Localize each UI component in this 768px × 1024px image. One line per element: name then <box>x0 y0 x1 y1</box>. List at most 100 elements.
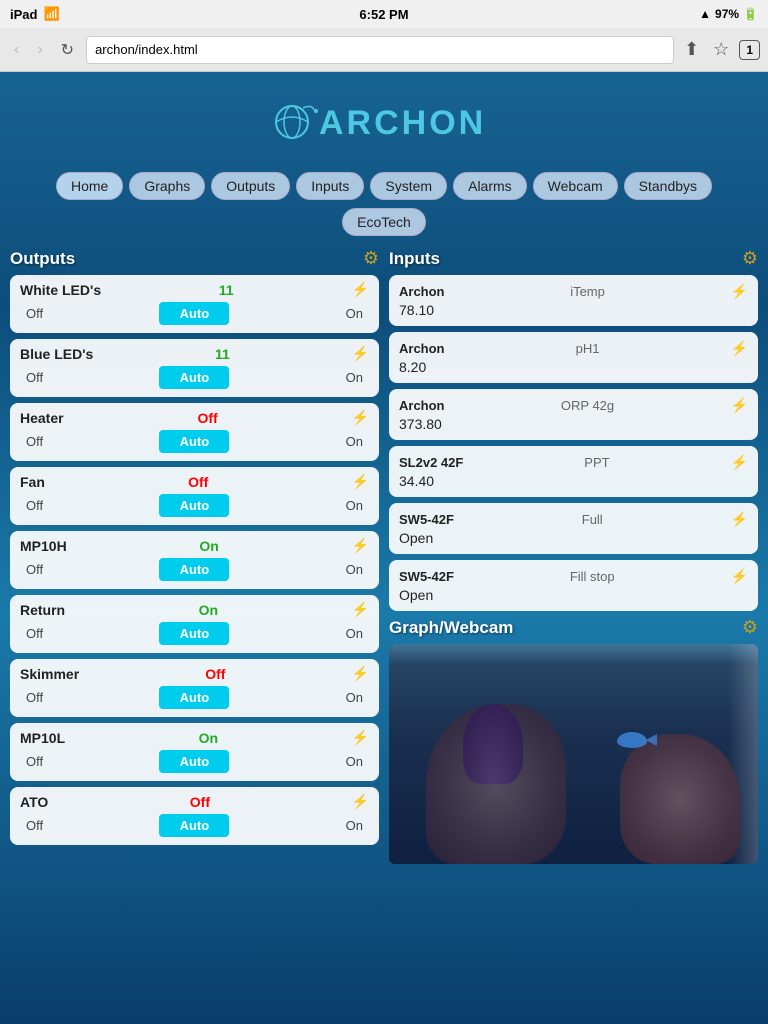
nav-inputs[interactable]: Inputs <box>296 172 364 200</box>
input-value-full: Open <box>399 530 748 546</box>
on-btn-heater[interactable]: On <box>340 431 369 452</box>
input-type-ph1: pH1 <box>576 341 600 356</box>
off-btn-blue-leds[interactable]: Off <box>20 367 49 388</box>
output-card-mp10h: MP10H On ⚡ Off Auto On <box>10 531 379 589</box>
tune-icon-ppt[interactable]: ⚡ <box>731 454 748 471</box>
graph-gear-icon[interactable]: ⚙ <box>742 617 758 638</box>
graph-header: Graph/Webcam ⚙ <box>389 617 758 638</box>
output-status-white-leds: 11 <box>219 282 234 298</box>
tune-icon-mp10h[interactable]: ⚡ <box>352 537 369 554</box>
input-type-fillstop: Fill stop <box>570 569 615 584</box>
webcam-scene <box>389 644 758 864</box>
tab-count[interactable]: 1 <box>739 40 760 60</box>
off-btn-ato[interactable]: Off <box>20 815 49 836</box>
tune-icon-orp[interactable]: ⚡ <box>731 397 748 414</box>
input-card-ppt: SL2v2 42F PPT ⚡ 34.40 <box>389 446 758 497</box>
on-btn-white-leds[interactable]: On <box>340 303 369 324</box>
auto-btn-fan[interactable]: Auto <box>159 494 229 517</box>
off-btn-return[interactable]: Off <box>20 623 49 644</box>
outputs-gear-icon[interactable]: ⚙ <box>363 248 379 269</box>
output-name-fan: Fan <box>20 474 45 490</box>
bookmark-button[interactable]: ☆ <box>709 35 733 64</box>
auto-btn-mp10l[interactable]: Auto <box>159 750 229 773</box>
nav-alarms[interactable]: Alarms <box>453 172 527 200</box>
nav-outputs[interactable]: Outputs <box>211 172 290 200</box>
url-text: archon/index.html <box>95 42 198 57</box>
input-source-ppt: SL2v2 42F <box>399 455 463 470</box>
graph-title: Graph/Webcam <box>389 618 513 638</box>
nav-home[interactable]: Home <box>56 172 123 200</box>
output-name-ato: ATO <box>20 794 48 810</box>
inputs-title: Inputs <box>389 249 440 269</box>
auto-btn-return[interactable]: Auto <box>159 622 229 645</box>
nav-bar: Home Graphs Outputs Inputs System Alarms… <box>10 172 758 200</box>
graph-section: Graph/Webcam ⚙ <box>389 617 758 864</box>
input-value-itemp: 78.10 <box>399 302 748 318</box>
output-name-mp10l: MP10L <box>20 730 65 746</box>
input-source-ph1: Archon <box>399 341 445 356</box>
auto-btn-white-leds[interactable]: Auto <box>159 302 229 325</box>
forward-button[interactable]: › <box>31 37 48 63</box>
output-card-white-leds: White LED's 11 ⚡ Off Auto On <box>10 275 379 333</box>
nav-system[interactable]: System <box>370 172 447 200</box>
off-btn-mp10l[interactable]: Off <box>20 751 49 772</box>
tune-icon-itemp[interactable]: ⚡ <box>731 283 748 300</box>
tune-icon-mp10l[interactable]: ⚡ <box>352 729 369 746</box>
on-btn-return[interactable]: On <box>340 623 369 644</box>
output-status-fan: Off <box>188 474 208 490</box>
nav-standbys[interactable]: Standbys <box>624 172 712 200</box>
output-controls-white-leds: Off Auto On <box>20 302 369 325</box>
share-button[interactable]: ⬆ <box>680 35 703 64</box>
fish1 <box>617 732 647 748</box>
tune-icon-white-leds[interactable]: ⚡ <box>352 281 369 298</box>
auto-btn-heater[interactable]: Auto <box>159 430 229 453</box>
output-name-skimmer: Skimmer <box>20 666 79 682</box>
webcam-box[interactable] <box>389 644 758 864</box>
auto-btn-ato[interactable]: Auto <box>159 814 229 837</box>
inputs-gear-icon[interactable]: ⚙ <box>742 248 758 269</box>
auto-btn-skimmer[interactable]: Auto <box>159 686 229 709</box>
on-btn-fan[interactable]: On <box>340 495 369 516</box>
input-value-orp: 373.80 <box>399 416 748 432</box>
off-btn-heater[interactable]: Off <box>20 431 49 452</box>
input-card-full: SW5-42F Full ⚡ Open <box>389 503 758 554</box>
off-btn-fan[interactable]: Off <box>20 495 49 516</box>
off-btn-skimmer[interactable]: Off <box>20 687 49 708</box>
on-btn-mp10l[interactable]: On <box>340 751 369 772</box>
tune-icon-fan[interactable]: ⚡ <box>352 473 369 490</box>
nav-webcam[interactable]: Webcam <box>533 172 618 200</box>
inputs-panel: Inputs ⚙ Archon iTemp ⚡ 78.10 Archon pH1… <box>389 248 758 864</box>
on-btn-ato[interactable]: On <box>340 815 369 836</box>
tune-icon-ato[interactable]: ⚡ <box>352 793 369 810</box>
off-btn-mp10h[interactable]: Off <box>20 559 49 580</box>
tune-icon-fillstop[interactable]: ⚡ <box>731 568 748 585</box>
tune-icon-heater[interactable]: ⚡ <box>352 409 369 426</box>
tune-icon-return[interactable]: ⚡ <box>352 601 369 618</box>
nav-ecotech[interactable]: EcoTech <box>342 208 426 236</box>
inputs-header: Inputs ⚙ <box>389 248 758 269</box>
signal-icon: ▲ <box>699 7 711 21</box>
on-btn-mp10h[interactable]: On <box>340 559 369 580</box>
tune-icon-blue-leds[interactable]: ⚡ <box>352 345 369 362</box>
tune-icon-ph1[interactable]: ⚡ <box>731 340 748 357</box>
tune-icon-full[interactable]: ⚡ <box>731 511 748 528</box>
off-btn-white-leds[interactable]: Off <box>20 303 49 324</box>
auto-btn-mp10h[interactable]: Auto <box>159 558 229 581</box>
on-btn-blue-leds[interactable]: On <box>340 367 369 388</box>
output-card-return: Return On ⚡ Off Auto On <box>10 595 379 653</box>
url-bar[interactable]: archon/index.html <box>86 36 674 64</box>
auto-btn-blue-leds[interactable]: Auto <box>159 366 229 389</box>
refresh-button[interactable]: ↻ <box>55 36 80 64</box>
nav-graphs[interactable]: Graphs <box>129 172 205 200</box>
tune-icon-skimmer[interactable]: ⚡ <box>352 665 369 682</box>
on-btn-skimmer[interactable]: On <box>340 687 369 708</box>
output-card-heater: Heater Off ⚡ Off Auto On <box>10 403 379 461</box>
output-status-ato: Off <box>190 794 210 810</box>
output-card-blue-leds: Blue LED's 11 ⚡ Off Auto On <box>10 339 379 397</box>
logo-svg: ARCHON <box>254 92 514 152</box>
output-status-skimmer: Off <box>205 666 225 682</box>
input-type-ppt: PPT <box>584 455 609 470</box>
coral1 <box>463 704 523 784</box>
page-content: ARCHON Home Graphs Outputs Inputs System… <box>0 72 768 884</box>
back-button[interactable]: ‹ <box>8 37 25 63</box>
